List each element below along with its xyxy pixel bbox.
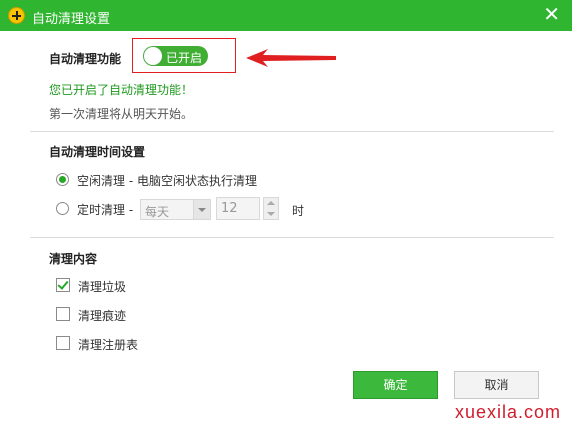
divider bbox=[30, 237, 554, 238]
frequency-select[interactable]: 每天 bbox=[140, 199, 211, 220]
divider bbox=[30, 131, 554, 132]
schedule-heading: 自动清理时间设置 bbox=[49, 145, 146, 159]
frequency-value: 每天 bbox=[145, 205, 170, 219]
clean-traces-label[interactable]: 清理痕迹 bbox=[78, 307, 126, 324]
auto-clean-toggle[interactable]: 已开启 bbox=[143, 46, 208, 66]
content-heading: 清理内容 bbox=[49, 252, 98, 266]
clean-junk-checkbox[interactable] bbox=[56, 278, 70, 292]
title-bar: 自动清理设置 ✕ bbox=[0, 0, 572, 31]
timed-clean-label[interactable]: 定时清理 - bbox=[77, 201, 133, 218]
hour-input[interactable]: 12 bbox=[216, 197, 260, 220]
timed-clean-radio[interactable] bbox=[56, 202, 69, 215]
auto-clean-label: 自动清理功能 bbox=[49, 52, 122, 66]
window-title: 自动清理设置 bbox=[32, 12, 111, 27]
toggle-label: 已开启 bbox=[166, 51, 203, 65]
idle-clean-radio[interactable] bbox=[56, 173, 69, 186]
clean-registry-checkbox[interactable] bbox=[56, 336, 70, 350]
stepper-down-icon[interactable] bbox=[267, 212, 275, 216]
watermark: xuexila.com bbox=[455, 402, 562, 422]
ok-button[interactable]: 确定 bbox=[353, 371, 438, 399]
close-icon[interactable]: ✕ bbox=[543, 3, 560, 25]
annotation-arrow-icon bbox=[246, 49, 336, 67]
hour-value: 12 bbox=[221, 201, 238, 216]
idle-clean-label[interactable]: 空闲清理 - 电脑空闲状态执行清理 bbox=[77, 172, 257, 189]
first-run-note: 第一次清理将从明天开始。 bbox=[49, 107, 194, 121]
app-logo-icon bbox=[8, 7, 25, 24]
enabled-message: 您已开启了自动清理功能！ bbox=[49, 83, 194, 97]
stepper-up-icon[interactable] bbox=[267, 201, 275, 205]
hour-unit: 时 bbox=[292, 204, 305, 218]
cancel-button[interactable]: 取消 bbox=[454, 371, 539, 399]
clean-traces-checkbox[interactable] bbox=[56, 307, 70, 321]
hour-stepper[interactable] bbox=[263, 197, 279, 220]
clean-junk-label[interactable]: 清理垃圾 bbox=[78, 278, 126, 295]
toggle-knob bbox=[144, 47, 162, 65]
chevron-down-icon bbox=[193, 200, 210, 219]
clean-registry-label[interactable]: 清理注册表 bbox=[78, 336, 138, 353]
